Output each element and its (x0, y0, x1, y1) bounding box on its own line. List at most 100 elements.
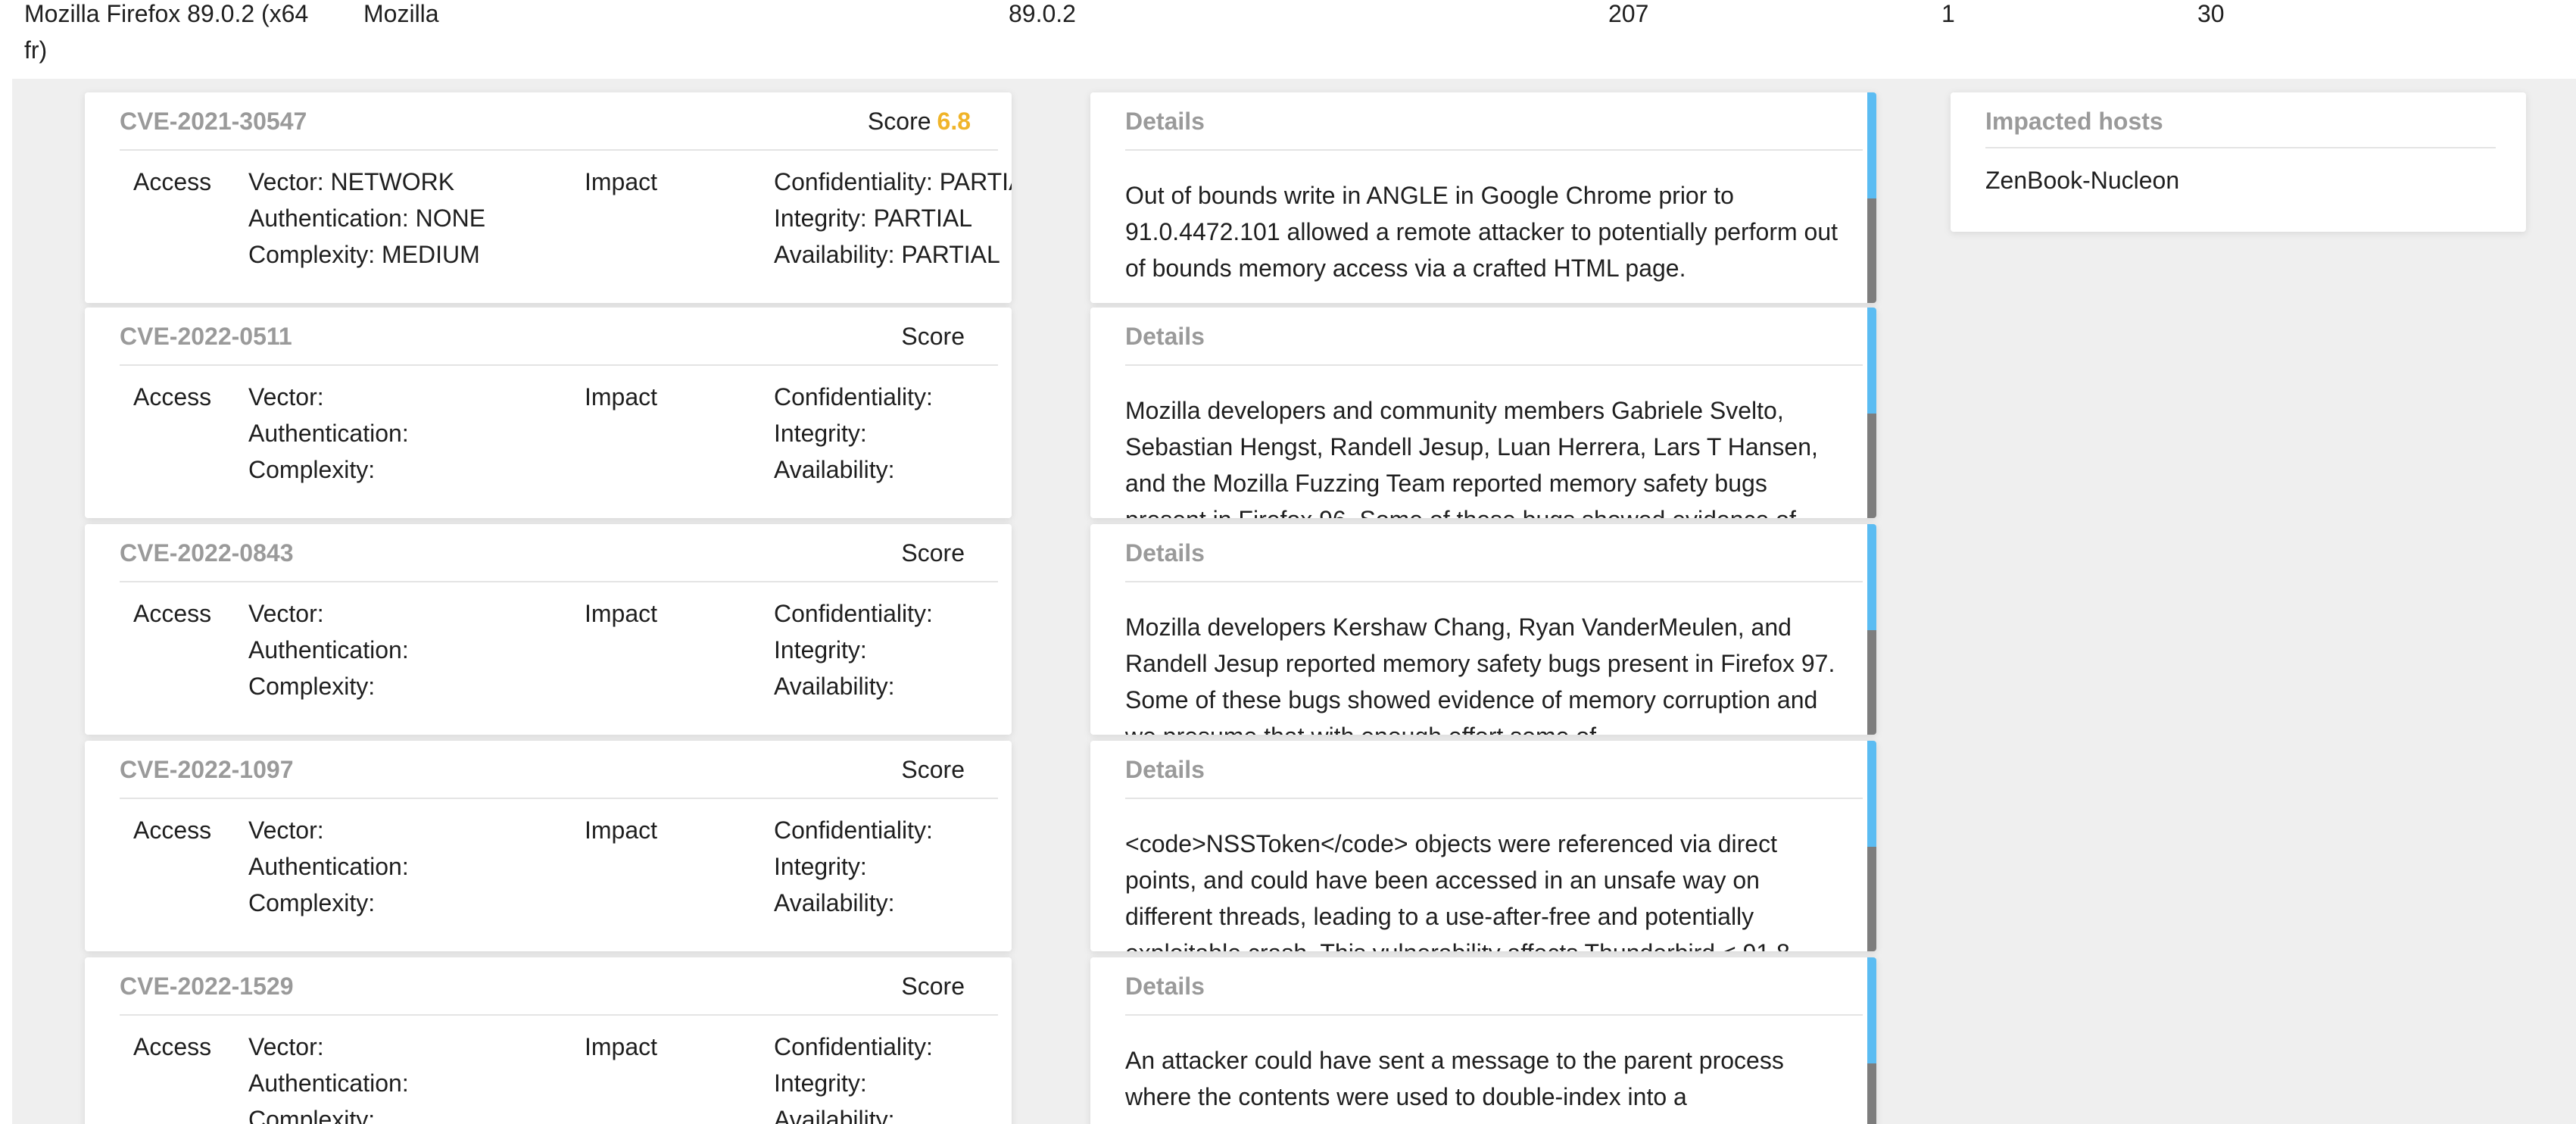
details-text: Out of bounds write in ANGLE in Google C… (1125, 182, 1838, 282)
product-name: Mozilla Firefox 89.0.2 (x64 fr) (24, 0, 309, 64)
cve-card-header: CVE-2022-0511 Score (120, 308, 998, 366)
cve-card: CVE-2022-0511 Score Access Vector: Authe… (85, 308, 1012, 518)
score: Score (901, 973, 971, 1001)
integrity-value: Integrity: PARTIAL (774, 205, 973, 232)
score-label: Score (901, 756, 965, 783)
score: Score 6.8 (868, 108, 971, 136)
complexity-value: Complexity: (248, 673, 376, 700)
authentication-value: Authentication: (248, 420, 409, 447)
score-label: Score (867, 108, 931, 135)
access-values: Vector: Authentication: Complexity: (248, 812, 409, 921)
scrollbar-thumb[interactable] (1867, 847, 1876, 951)
authentication-value: Authentication: (248, 853, 409, 880)
integrity-value: Integrity: (774, 420, 867, 447)
access-label: Access (133, 816, 212, 844)
confidentiality-value: Confidentiality: PARTIAL (774, 168, 1012, 195)
authentication-value: Authentication: (248, 636, 409, 663)
product-count-3: 30 (2197, 0, 2225, 27)
score-value: 6.8 (937, 108, 971, 135)
impacted-hosts-header: Impacted hosts (1985, 92, 2496, 148)
confidentiality-value: Confidentiality: (774, 816, 933, 844)
scrollbar-thumb[interactable] (1867, 198, 1876, 303)
details-scrollbar[interactable] (1867, 957, 1876, 1124)
details-text: An attacker could have sent a message to… (1125, 1047, 1784, 1110)
cve-id[interactable]: CVE-2022-1097 (120, 756, 293, 784)
integrity-value: Integrity: (774, 1069, 867, 1097)
details-header: Details (1125, 957, 1863, 1016)
vector-value: Vector: (248, 600, 324, 627)
details-text: Mozilla developers Kershaw Chang, Ryan V… (1125, 614, 1835, 735)
access-label: Access (133, 600, 212, 627)
scrollbar-thumb[interactable] (1867, 1063, 1876, 1124)
details-title: Details (1125, 108, 1205, 135)
complexity-value: Complexity: (248, 889, 376, 916)
access-values: Vector: NETWORK Authentication: NONE Com… (248, 164, 485, 273)
host-item[interactable]: ZenBook-Nucleon (1985, 167, 2179, 195)
confidentiality-value: Confidentiality: (774, 383, 933, 411)
cve-id[interactable]: CVE-2022-0511 (120, 323, 292, 351)
cve-card-header: CVE-2022-0843 Score (120, 524, 998, 582)
cve-id[interactable]: CVE-2022-1529 (120, 973, 293, 1001)
score-label: Score (901, 539, 965, 567)
cve-card: CVE-2022-0843 Score Access Vector: Authe… (85, 524, 1012, 735)
vector-value: Vector: (248, 1033, 324, 1060)
cve-card: CVE-2022-1097 Score Access Vector: Authe… (85, 741, 1012, 951)
product-count-2: 1 (1941, 0, 1955, 27)
details-scrollbar[interactable] (1867, 524, 1876, 735)
access-label: Access (133, 168, 212, 195)
access-values: Vector: Authentication: Complexity: (248, 379, 409, 488)
score: Score (901, 539, 971, 567)
integrity-value: Integrity: (774, 636, 867, 663)
scrollbar-thumb[interactable] (1867, 414, 1876, 518)
details-scrollbar[interactable] (1867, 92, 1876, 303)
impacted-hosts-title: Impacted hosts (1985, 108, 2163, 135)
details-header: Details (1125, 741, 1863, 799)
details-scrollbar[interactable] (1867, 308, 1876, 518)
impact-values: Confidentiality: Integrity: Availability… (774, 1029, 933, 1124)
details-scrollbar[interactable] (1867, 741, 1876, 951)
score-label: Score (901, 973, 965, 1000)
access-label: Access (133, 1033, 212, 1060)
availability-value: Availability: (774, 456, 895, 483)
details-card[interactable]: Details Mozilla developers and community… (1090, 308, 1876, 518)
access-values: Vector: Authentication: Complexity: (248, 595, 409, 704)
cve-id[interactable]: CVE-2021-30547 (120, 108, 307, 136)
score: Score (901, 323, 971, 351)
scrollbar-thumb[interactable] (1867, 630, 1876, 735)
details-header: Details (1125, 524, 1863, 582)
cve-card-header: CVE-2022-1097 Score (120, 741, 998, 799)
availability-value: Availability: (774, 673, 895, 700)
vector-value: Vector: (248, 383, 324, 411)
details-title: Details (1125, 539, 1205, 567)
availability-value: Availability: (774, 1106, 895, 1124)
impact-label: Impact (585, 383, 658, 411)
impact-label: Impact (585, 816, 658, 844)
cve-panel: CVE-2021-30547 Score 6.8 Access Vector: N… (12, 79, 2576, 1124)
details-card[interactable]: Details Out of bounds write in ANGLE in … (1090, 92, 1876, 303)
product-vendor: Mozilla (363, 0, 439, 27)
availability-value: Availability: (774, 889, 895, 916)
impact-values: Confidentiality: Integrity: Availability… (774, 812, 933, 921)
complexity-value: Complexity: MEDIUM (248, 241, 480, 268)
product-count-1: 207 (1608, 0, 1649, 27)
impact-label: Impact (585, 1033, 658, 1060)
details-title: Details (1125, 756, 1205, 783)
impact-values: Confidentiality: Integrity: Availability… (774, 595, 933, 704)
details-header: Details (1125, 92, 1863, 151)
details-text: <code>NSSToken</code> objects were refer… (1125, 830, 1790, 951)
details-card[interactable]: Details An attacker could have sent a me… (1090, 957, 1876, 1124)
impact-label: Impact (585, 600, 658, 627)
details-card[interactable]: Details Mozilla developers Kershaw Chang… (1090, 524, 1876, 735)
details-card[interactable]: Details <code>NSSToken</code> objects we… (1090, 741, 1876, 951)
cve-id[interactable]: CVE-2022-0843 (120, 539, 293, 567)
access-values: Vector: Authentication: Complexity: (248, 1029, 409, 1124)
confidentiality-value: Confidentiality: (774, 1033, 933, 1060)
details-title: Details (1125, 973, 1205, 1000)
cve-card-header: CVE-2021-30547 Score 6.8 (120, 92, 998, 151)
cve-card-header: CVE-2022-1529 Score (120, 957, 998, 1016)
complexity-value: Complexity: (248, 456, 376, 483)
impacted-hosts-card: Impacted hosts ZenBook-Nucleon (1951, 92, 2526, 232)
details-text: Mozilla developers and community members… (1125, 397, 1818, 518)
product-version: 89.0.2 (1009, 0, 1076, 27)
confidentiality-value: Confidentiality: (774, 600, 933, 627)
